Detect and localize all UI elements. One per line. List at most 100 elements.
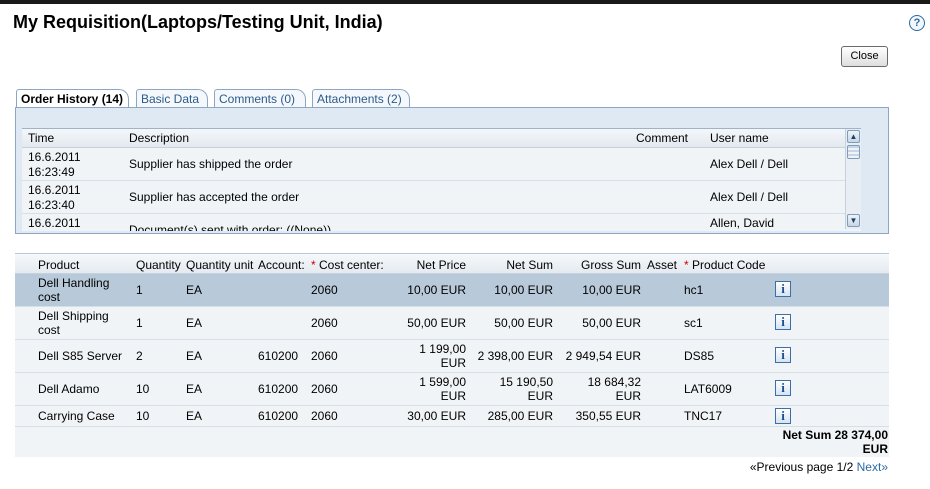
product-name: Dell Handling cost <box>38 276 110 304</box>
col-quantity-unit: Quantity unit <box>186 258 254 272</box>
info-icon[interactable]: i <box>775 347 791 363</box>
history-row: 16.6.2011 16:23:49 Supplier has shipped … <box>22 148 861 181</box>
info-icon[interactable]: i <box>775 314 791 330</box>
product-unit: EA <box>186 349 203 363</box>
product-gross-sum: 50,00 EUR <box>582 316 641 330</box>
product-net-sum: 50,00 EUR <box>494 316 553 330</box>
product-quantity: 1 <box>136 283 143 297</box>
col-quantity: Quantity <box>136 258 181 272</box>
history-header-row: Time Description Comment User name <box>22 129 861 148</box>
col-product: Product <box>38 258 80 272</box>
col-user-name: User name <box>710 131 769 145</box>
col-account: Account: <box>258 258 305 272</box>
product-row[interactable]: Dell Shipping cost 1 EA 2060 50,00 EUR 5… <box>15 307 889 340</box>
page-title: My Requisition(Laptops/Testing Unit, Ind… <box>13 12 383 32</box>
product-cost-center: 2060 <box>311 316 338 330</box>
product-row[interactable]: Carrying Case 10 EA 610200 2060 30,00 EU… <box>15 406 889 427</box>
product-gross-sum: 2 949,54 EUR <box>565 349 641 363</box>
history-user: Allen, David <box>710 216 775 230</box>
tab-comments[interactable]: Comments (0) <box>214 89 306 108</box>
product-quantity: 10 <box>136 382 150 396</box>
product-code: hc1 <box>684 283 704 297</box>
col-gross-sum: Gross Sum <box>580 258 641 272</box>
product-name: Dell Adamo <box>38 382 100 396</box>
product-quantity: 1 <box>136 316 143 330</box>
product-quantity: 2 <box>136 349 143 363</box>
cost-center-label: Cost center: <box>319 258 384 272</box>
product-account: 610200 <box>258 382 299 396</box>
product-code: DS85 <box>684 349 715 363</box>
history-scrollbar[interactable]: ▲ ▼ <box>845 129 861 229</box>
history-row: 16.6.2011 16:23:40 Supplier has accepted… <box>22 181 861 214</box>
pagination: «Previous page 1/2 Next» <box>750 460 888 474</box>
history-date: 16.6.2011 <box>28 150 81 164</box>
net-sum-currency: EUR <box>862 442 888 456</box>
scroll-up-icon[interactable]: ▲ <box>847 130 860 143</box>
product-code: sc1 <box>684 316 703 330</box>
tab-basic-data[interactable]: Basic Data <box>136 89 208 108</box>
info-icon[interactable]: i <box>775 380 791 396</box>
tab-attachments[interactable]: Attachments (2) <box>312 89 410 108</box>
product-row[interactable]: Dell Adamo 10 EA 610200 2060 1 599,00 EU… <box>15 373 889 406</box>
history-description: Supplier has accepted the order <box>129 190 300 204</box>
product-name: Carrying Case <box>38 409 115 423</box>
scroll-thumb[interactable] <box>847 145 860 159</box>
product-unit: EA <box>186 283 203 297</box>
col-time: Time <box>28 131 55 145</box>
product-account: 610200 <box>258 409 299 423</box>
product-gross-sum: 350,55 EUR <box>575 409 641 423</box>
product-unit: EA <box>186 316 203 330</box>
next-page-link[interactable]: Next» <box>857 460 888 474</box>
product-row[interactable]: Dell S85 Server 2 EA 610200 2060 1 199,0… <box>15 340 889 373</box>
order-history-table: Time Description Comment User name 16.6.… <box>22 128 861 231</box>
col-comment: Comment <box>636 131 689 145</box>
product-cost-center: 2060 <box>311 283 338 297</box>
product-net-price: 10,00 EUR <box>407 283 466 297</box>
col-net-sum: Net Sum <box>506 258 553 272</box>
close-button[interactable]: Close <box>841 46 888 67</box>
product-account: 610200 <box>258 349 299 363</box>
product-cost-center: 2060 <box>311 409 338 423</box>
history-row: 16.6.2011 Document(s) sent with order: (… <box>22 214 861 231</box>
required-marker: * <box>311 258 316 272</box>
history-time: 16:23:49 <box>28 165 75 179</box>
tab-order-history[interactable]: Order History (14) <box>16 89 129 109</box>
net-sum-line: Net Sum 28 374,00 <box>782 428 888 442</box>
history-user: Alex Dell / Dell <box>710 157 789 171</box>
previous-page-link[interactable]: «Previous <box>750 460 803 474</box>
product-net-sum: 285,00 EUR <box>487 409 553 423</box>
history-user: Alex Dell / Dell <box>710 190 789 204</box>
info-icon[interactable]: i <box>775 408 791 424</box>
help-icon[interactable]: ? <box>909 15 925 31</box>
product-net-price: 30,00 EUR <box>407 409 466 423</box>
product-name: Dell S85 Server <box>38 349 123 363</box>
product-table: Product Quantity Quantity unit Account: … <box>15 253 889 457</box>
required-marker: * <box>684 258 689 272</box>
history-date: 16.6.2011 <box>28 183 81 197</box>
col-net-price: Net Price <box>416 258 466 272</box>
product-net-price: 1 599,00 EUR <box>419 375 466 403</box>
product-net-sum: 10,00 EUR <box>494 283 553 297</box>
product-cost-center: 2060 <box>311 382 338 396</box>
history-date: 16.6.2011 <box>28 216 81 230</box>
product-header-row: Product Quantity Quantity unit Account: … <box>15 253 889 274</box>
product-gross-sum: 18 684,32 EUR <box>587 375 641 403</box>
page-indicator: page 1/2 <box>806 460 854 474</box>
product-net-price: 50,00 EUR <box>407 316 466 330</box>
info-icon[interactable]: i <box>775 281 791 297</box>
product-unit: EA <box>186 382 203 396</box>
product-row[interactable]: Dell Handling cost 1 EA 2060 10,00 EUR 1… <box>15 274 889 307</box>
history-description: Document(s) sent with order: ((None)) <box>129 223 332 231</box>
col-cost-center: * Cost center: <box>311 258 384 272</box>
product-gross-sum: 10,00 EUR <box>582 283 641 297</box>
product-cost-center: 2060 <box>311 349 338 363</box>
col-product-code: * Product Code <box>684 258 765 272</box>
product-net-sum: 2 398,00 EUR <box>477 349 553 363</box>
product-net-price: 1 199,00 EUR <box>419 342 466 370</box>
scroll-down-icon[interactable]: ▼ <box>847 214 860 227</box>
product-code: TNC17 <box>684 409 723 423</box>
product-quantity: 10 <box>136 409 150 423</box>
col-asset: Asset <box>647 258 678 272</box>
net-sum-total: Net Sum 28 374,00 EUR <box>783 428 888 456</box>
history-description: Supplier has shipped the order <box>129 157 293 171</box>
